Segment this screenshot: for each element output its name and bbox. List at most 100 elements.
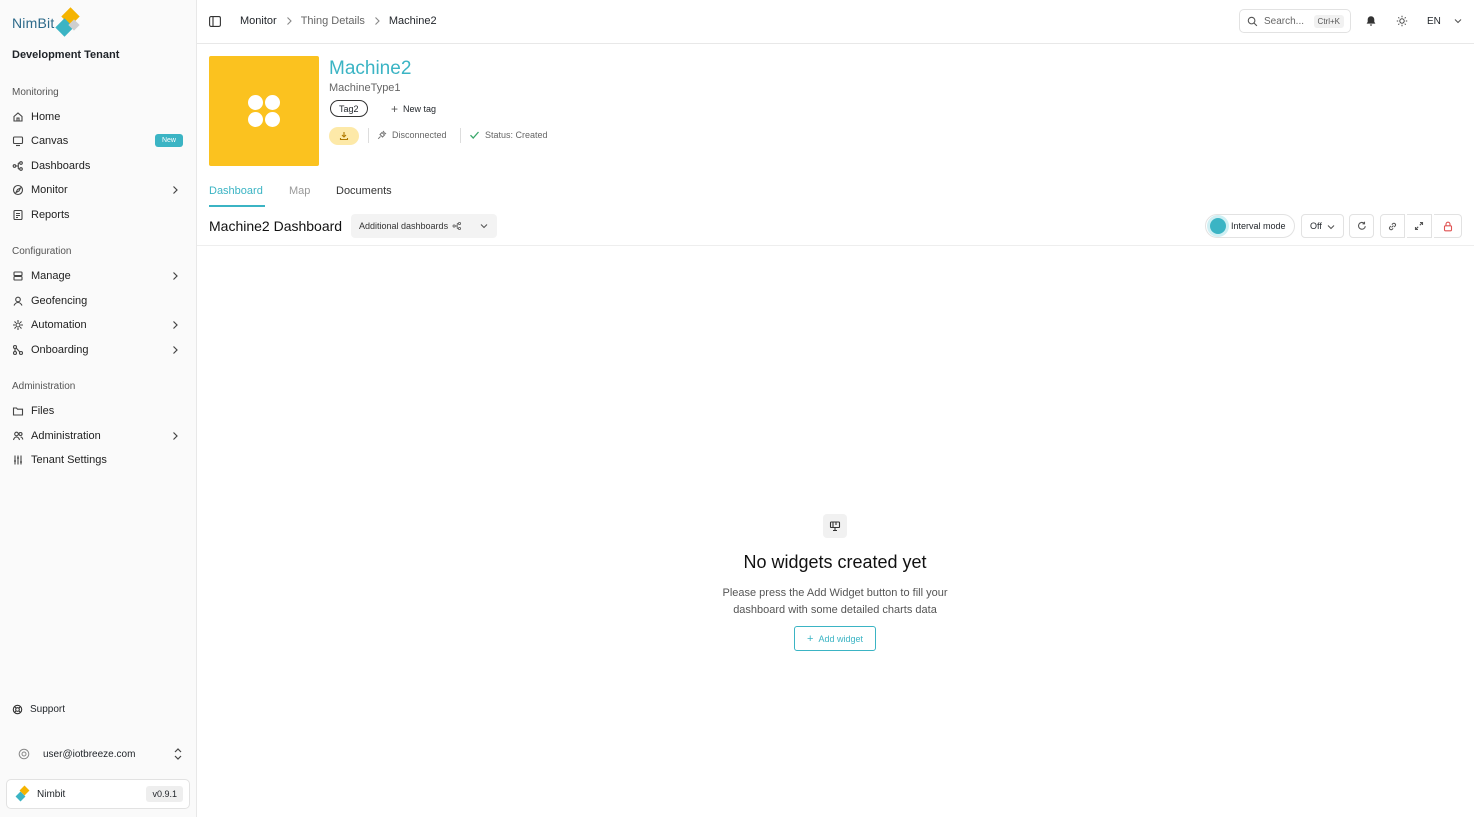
plus-icon: + [807,632,814,645]
sidebar-item-label: Canvas [31,135,69,147]
support-link[interactable]: Support [12,704,65,715]
geofencing-icon [12,295,24,307]
sidebar-item-files[interactable]: Files [6,400,189,422]
bell-icon[interactable] [1365,15,1377,27]
share-link-button[interactable] [1380,214,1405,238]
sidebar-item-label: Automation [31,319,87,331]
reports-icon [12,209,24,221]
chevron-down-icon[interactable] [1453,16,1463,26]
sidebar-item-home[interactable]: Home [6,106,189,128]
sidebar-item-administration[interactable]: Administration [6,425,189,447]
breadcrumb-current: Machine2 [388,15,437,27]
sidebar-item-label: Geofencing [31,295,88,307]
top-bar: Monitor Thing Details Machine2 Search...… [197,0,1474,44]
logo-mark-icon [55,7,81,37]
sidebar-item-monitor[interactable]: Monitor [6,179,189,201]
tab-dashboard[interactable]: Dashboard [209,185,263,197]
sidebar-toggle-icon[interactable] [209,16,221,27]
interval-mode-toggle[interactable]: Interval mode [1205,214,1295,238]
avatar [16,746,32,762]
tag-chip[interactable]: Tag2 [330,100,368,117]
connection-label: Disconnected [392,130,447,140]
users-icon [12,430,24,442]
chevron-right-icon [169,430,181,442]
section-label-monitoring: Monitoring [12,87,59,98]
language-select[interactable]: EN [1427,16,1441,27]
empty-state-description-line-2: dashboard with some detailed charts data [733,604,937,616]
logo-text: NimBit [12,15,55,31]
app-switcher[interactable]: Nimbit v0.9.1 [6,779,190,809]
refresh-button[interactable] [1349,214,1374,238]
thing-type: MachineType1 [329,82,401,94]
add-widget-button[interactable]: + Add widget [794,626,876,651]
sidebar-item-label: Tenant Settings [31,454,107,466]
dashboard-title: Machine2 Dashboard [209,218,343,234]
status-label: Status: Created [485,130,548,140]
lifebuoy-icon [12,704,23,715]
search-icon [1247,16,1258,27]
breadcrumb: Monitor Thing Details Machine2 [240,15,437,27]
thing-status: Status: Created [469,130,548,140]
sidebar-item-label: Dashboards [31,160,91,172]
fullscreen-button[interactable] [1407,214,1432,238]
home-icon [12,111,24,123]
tenant-name: Development Tenant [12,49,120,61]
widgets-icon [823,514,847,538]
sidebar-item-geofencing[interactable]: Geofencing [6,290,189,312]
sidebar-item-label: Monitor [31,184,68,196]
sidebar-item-label: Administration [31,430,101,442]
chevron-right-icon [169,270,181,282]
thing-name: Machine2 [329,58,412,79]
sidebar-item-dashboards[interactable]: Dashboards [6,155,189,177]
sidebar-item-label: Home [31,111,61,123]
link-icon [1387,221,1398,232]
new-tag-button[interactable]: + New tag [391,102,436,116]
refresh-interval-select[interactable]: Off [1301,214,1344,238]
chevron-right-icon [169,319,181,331]
dashboards-icon [12,160,24,172]
sidebar-item-label: Manage [31,270,71,282]
sidebar-item-manage[interactable]: Manage [6,265,189,287]
tab-map[interactable]: Map [289,185,310,197]
dashboards-icon [452,221,462,231]
canvas-icon [12,135,24,147]
user-menu[interactable]: user@iotbreeze.com [12,744,184,764]
sidebar-item-canvas[interactable]: Canvas New [6,130,189,152]
breadcrumb-monitor[interactable]: Monitor [240,15,277,27]
sun-icon[interactable] [1396,15,1408,27]
sidebar-item-reports[interactable]: Reports [6,204,189,226]
empty-state-title: No widgets created yet [743,552,927,572]
chevron-right-icon [373,16,381,26]
toggle-knob [1210,218,1226,234]
tab-documents[interactable]: Documents [336,185,392,197]
lock-icon [1443,221,1453,232]
lock-button[interactable] [1434,214,1462,238]
manage-icon [12,270,24,282]
thing-image [209,56,319,166]
expand-icon [1414,221,1424,231]
breadcrumb-thing-details[interactable]: Thing Details [301,15,365,27]
refresh-icon [1357,221,1367,231]
additional-dashboards-select[interactable]: Additional dashboards [351,214,497,238]
sidebar-item-label: Reports [31,209,70,221]
search-input[interactable]: Search... Ctrl+K [1239,9,1351,33]
chevron-down-icon [1326,222,1336,232]
plus-icon: + [391,102,399,116]
support-label: Support [30,704,66,715]
add-widget-label: Add widget [818,633,863,644]
download-button[interactable] [329,127,359,145]
additional-dashboards-label: Additional dashboards [359,221,449,231]
sidebar-item-onboarding[interactable]: Onboarding [6,339,189,361]
plug-disconnected-icon [377,130,387,140]
chevron-right-icon [169,344,181,356]
monitor-icon [12,184,24,196]
app-logo[interactable]: NimBit [12,7,81,38]
chevrons-up-down-icon [172,747,184,761]
chevron-right-icon [169,184,181,196]
connection-status: Disconnected [377,130,447,140]
product-name: Nimbit [37,788,66,800]
sidebar-item-tenant-settings[interactable]: Tenant Settings [6,449,189,471]
interval-mode-label: Interval mode [1231,221,1286,231]
sliders-icon [12,454,24,466]
sidebar-item-automation[interactable]: Automation [6,314,189,336]
